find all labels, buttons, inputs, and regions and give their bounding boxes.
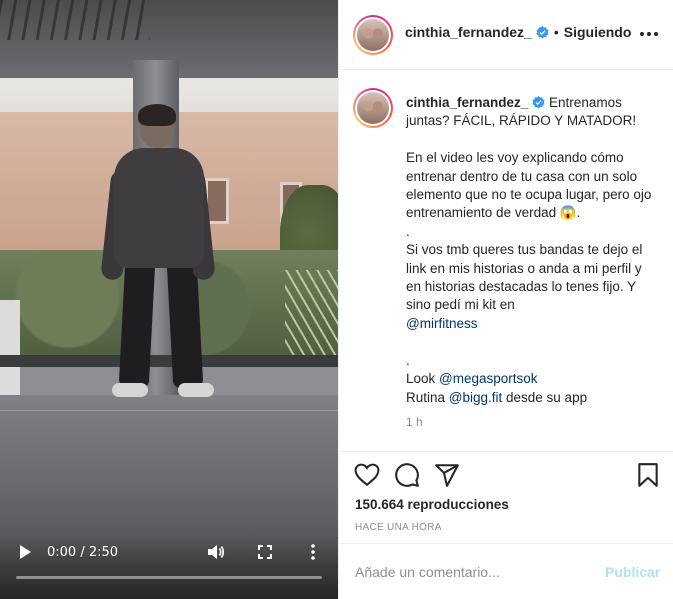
- caption-text: cinthia_fernandez_ Entrenamos juntas? FÁ…: [406, 94, 656, 407]
- caption-body-4: desde su app: [502, 389, 588, 405]
- header-separator: •: [553, 24, 559, 40]
- play-icon[interactable]: [14, 542, 36, 562]
- video-time: 0:00 / 2:50: [47, 544, 119, 560]
- header-username[interactable]: cinthia_fernandez_: [405, 24, 532, 40]
- fullscreen-icon[interactable]: [254, 542, 276, 562]
- volume-icon[interactable]: [204, 542, 228, 562]
- caption-area: cinthia_fernandez_ Entrenamos juntas? FÁ…: [339, 71, 673, 451]
- comment-icon[interactable]: [394, 462, 420, 488]
- mention-biggfit[interactable]: @bigg.fit: [449, 390, 502, 405]
- caption-body-1: Entrenamos juntas? FÁCIL, RÁPIDO Y MATAD…: [406, 95, 652, 313]
- video-frame: [0, 0, 338, 599]
- verified-badge-icon: [536, 25, 549, 38]
- heart-icon[interactable]: [354, 462, 380, 488]
- post-timestamp[interactable]: HACE UNA HORA: [355, 522, 442, 533]
- caption-avatar[interactable]: [353, 88, 393, 128]
- more-options-icon[interactable]: [639, 27, 659, 41]
- caption-body-2: . Look: [406, 352, 436, 387]
- following-button[interactable]: Siguiendo: [564, 24, 632, 40]
- verified-badge-icon: [532, 96, 545, 109]
- avatar[interactable]: [353, 15, 393, 55]
- more-options-icon[interactable]: [305, 542, 321, 562]
- mention-megasportsok[interactable]: @megasportsok: [439, 371, 538, 386]
- caption-age: 1 h: [406, 415, 423, 429]
- video-progress-bar[interactable]: [16, 576, 322, 579]
- post-panel: cinthia_fernandez_ • Siguiendo cinthia_f…: [338, 0, 673, 599]
- bookmark-icon[interactable]: [635, 462, 661, 488]
- video-player[interactable]: 0:00 / 2:50: [0, 0, 338, 599]
- post-header: cinthia_fernandez_ • Siguiendo: [339, 0, 673, 70]
- person-figure: [100, 100, 220, 410]
- caption-body-3: Rutina: [406, 389, 446, 405]
- caption-username[interactable]: cinthia_fernandez_: [406, 95, 528, 110]
- mention-mirfitness[interactable]: @mirfitness: [406, 316, 477, 331]
- action-bar: 150.664 reproducciones HACE UNA HORA: [339, 451, 673, 543]
- view-count[interactable]: 150.664 reproducciones: [355, 497, 509, 512]
- publish-button[interactable]: Publicar: [605, 564, 660, 580]
- comment-bar: Publicar: [339, 543, 673, 599]
- comment-input[interactable]: [355, 562, 585, 582]
- share-icon[interactable]: [434, 462, 460, 488]
- video-controls: 0:00 / 2:50: [0, 534, 338, 599]
